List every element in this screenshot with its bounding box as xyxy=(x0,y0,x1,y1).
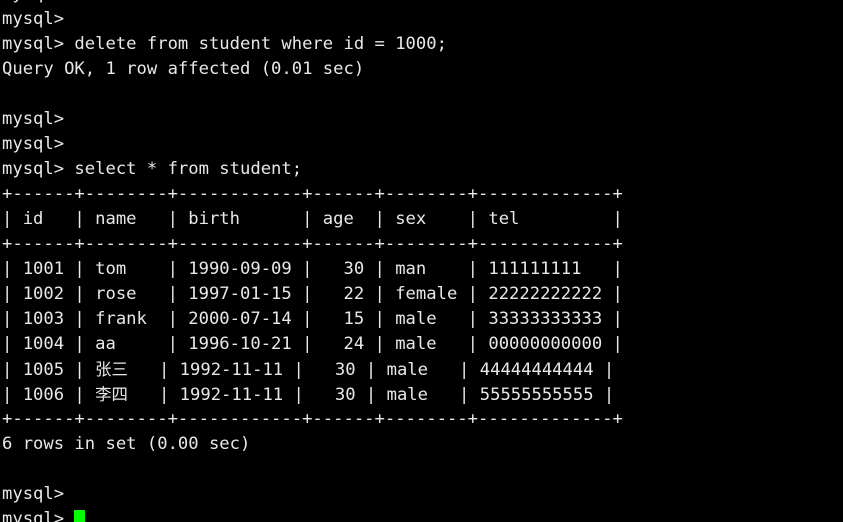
terminal-result-line: Query OK, 1 row affected (0.01 sec) xyxy=(2,59,365,79)
table-cell-name: 李四 xyxy=(95,385,128,404)
terminal-prompt-line: mysql> xyxy=(2,484,65,504)
table-row: | 1004 | aa | 1996-10-21 | 24 | male | 0… xyxy=(2,334,623,354)
table-header-line: | id | name | birth | age | sex | tel | xyxy=(2,209,623,229)
terminal-command-line: mysql> delete from student where id = 10… xyxy=(2,34,447,54)
table-row: | 1006 | 李四 | 1992-11-11 | 30 | male | 5… xyxy=(2,382,842,407)
terminal-scrollback: mysql> mysql> mysql> delete from student w… xyxy=(2,0,842,522)
table-row: | 1001 | tom | 1990-09-09 | 30 | man | 1… xyxy=(2,259,623,279)
terminal-active-prompt-line: mysql> xyxy=(2,507,842,522)
terminal-prompt-line: mysql> xyxy=(2,0,842,7)
text-cursor[interactable] xyxy=(74,510,85,522)
terminal-prompt-line: mysql> xyxy=(2,9,65,29)
table-cell-group: | 1006 | xyxy=(2,385,96,405)
terminal-window[interactable]: mysql> mysql> mysql> delete from student w… xyxy=(0,0,843,522)
table-cell-group: | 1005 | xyxy=(2,360,96,380)
table-row: | 1005 | 张三 | 1992-11-11 | 30 | male | 4… xyxy=(2,357,842,382)
terminal-result-line: 6 rows in set (0.00 sec) xyxy=(2,434,251,454)
table-rule-line: +------+--------+------------+------+---… xyxy=(2,184,623,204)
table-rule-line: +------+--------+------------+------+---… xyxy=(2,409,623,429)
table-cell-name: 张三 xyxy=(95,360,128,379)
terminal-prompt-line: mysql> xyxy=(2,109,65,129)
table-cell-group: | 1992-11-11 | 30 | male | 44444444444 | xyxy=(127,360,615,380)
table-rule-line: +------+--------+------------+------+---… xyxy=(2,234,623,254)
terminal-prompt-line: mysql> xyxy=(2,134,65,154)
table-row: | 1002 | rose | 1997-01-15 | 22 | female… xyxy=(2,284,623,304)
terminal-accessible-title: mysql-client-terminal xyxy=(0,0,1,1)
prompt-text: mysql> xyxy=(2,509,75,522)
terminal-command-line: mysql> select * from student; xyxy=(2,159,303,179)
table-row: | 1003 | frank | 2000-07-14 | 15 | male … xyxy=(2,309,623,329)
table-cell-group: | 1992-11-11 | 30 | male | 55555555555 | xyxy=(127,385,615,405)
